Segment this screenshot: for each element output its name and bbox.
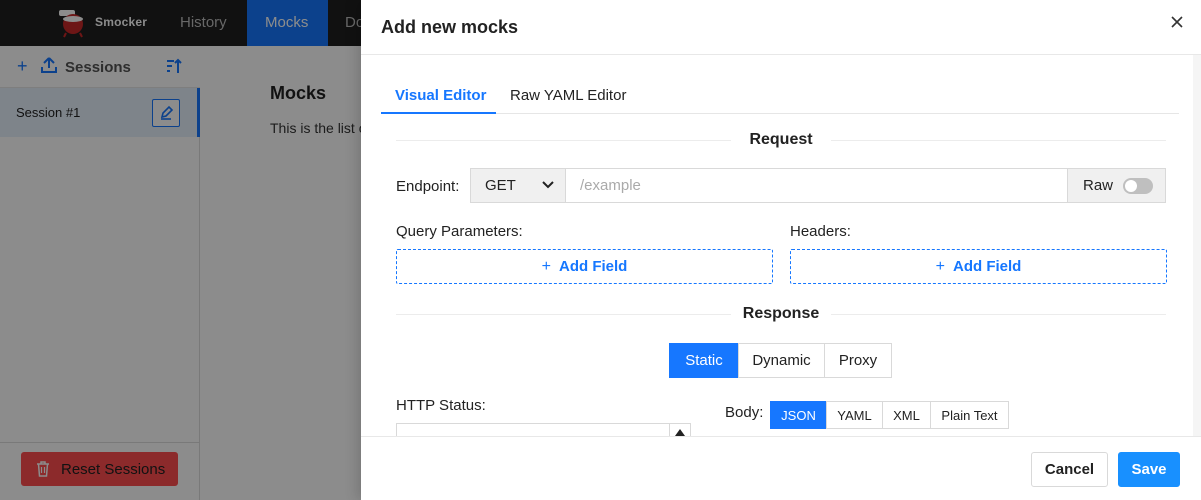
raw-toggle-addon: Raw: [1067, 168, 1166, 203]
status-stepper[interactable]: [669, 423, 691, 436]
raw-label: Raw: [1083, 177, 1114, 194]
body-format-json[interactable]: JSON: [770, 401, 827, 429]
add-query-parameter-button[interactable]: + Add Field: [396, 249, 773, 284]
tab-raw-yaml-editor[interactable]: Raw YAML Editor: [510, 87, 626, 104]
drawer-title: Add new mocks: [381, 17, 519, 37]
close-drawer-button[interactable]: [1167, 12, 1187, 32]
drawer-header: Add new mocks: [361, 0, 1201, 55]
body-format-yaml[interactable]: YAML: [826, 401, 883, 429]
editor-tabs: Visual Editor Raw YAML Editor: [381, 79, 1179, 114]
plus-icon: +: [935, 257, 945, 275]
response-mode-dynamic[interactable]: Dynamic: [738, 343, 825, 378]
chevron-down-icon: [542, 181, 554, 189]
response-mode-proxy[interactable]: Proxy: [824, 343, 892, 378]
request-section-divider: Request: [396, 130, 1166, 150]
body-label: Body:: [725, 404, 764, 421]
cancel-button[interactable]: Cancel: [1031, 452, 1108, 487]
save-button[interactable]: Save: [1118, 452, 1180, 487]
request-section-title: Request: [749, 131, 813, 148]
add-mocks-drawer: Add new mocks Visual Editor Raw YAML Edi…: [361, 0, 1201, 500]
method-select[interactable]: GET: [470, 168, 566, 203]
close-icon: [1171, 16, 1183, 28]
tab-visual-editor[interactable]: Visual Editor: [395, 87, 486, 104]
endpoint-label: Endpoint:: [396, 178, 460, 195]
increment-icon: [675, 429, 685, 436]
response-section-title: Response: [742, 305, 820, 322]
active-tab-indicator: [381, 112, 496, 114]
body-format-plain-text[interactable]: Plain Text: [930, 401, 1009, 429]
headers-label: Headers:: [790, 223, 851, 240]
add-header-button[interactable]: + Add Field: [790, 249, 1167, 284]
body-format-xml[interactable]: XML: [882, 401, 931, 429]
method-value: GET: [485, 177, 516, 194]
http-status-input[interactable]: 200: [396, 423, 690, 436]
drawer-footer: Cancel Save: [361, 436, 1201, 500]
endpoint-path-input[interactable]: [566, 168, 1068, 203]
query-parameters-label: Query Parameters:: [396, 223, 523, 240]
plus-icon: +: [541, 257, 551, 275]
drawer-body: Visual Editor Raw YAML Editor Request En…: [361, 55, 1201, 436]
response-section-divider: Response: [396, 304, 1166, 324]
response-mode-static[interactable]: Static: [669, 343, 739, 378]
http-status-label: HTTP Status:: [396, 397, 486, 414]
drawer-scrollbar[interactable]: [1193, 55, 1201, 436]
raw-switch[interactable]: [1123, 178, 1153, 194]
